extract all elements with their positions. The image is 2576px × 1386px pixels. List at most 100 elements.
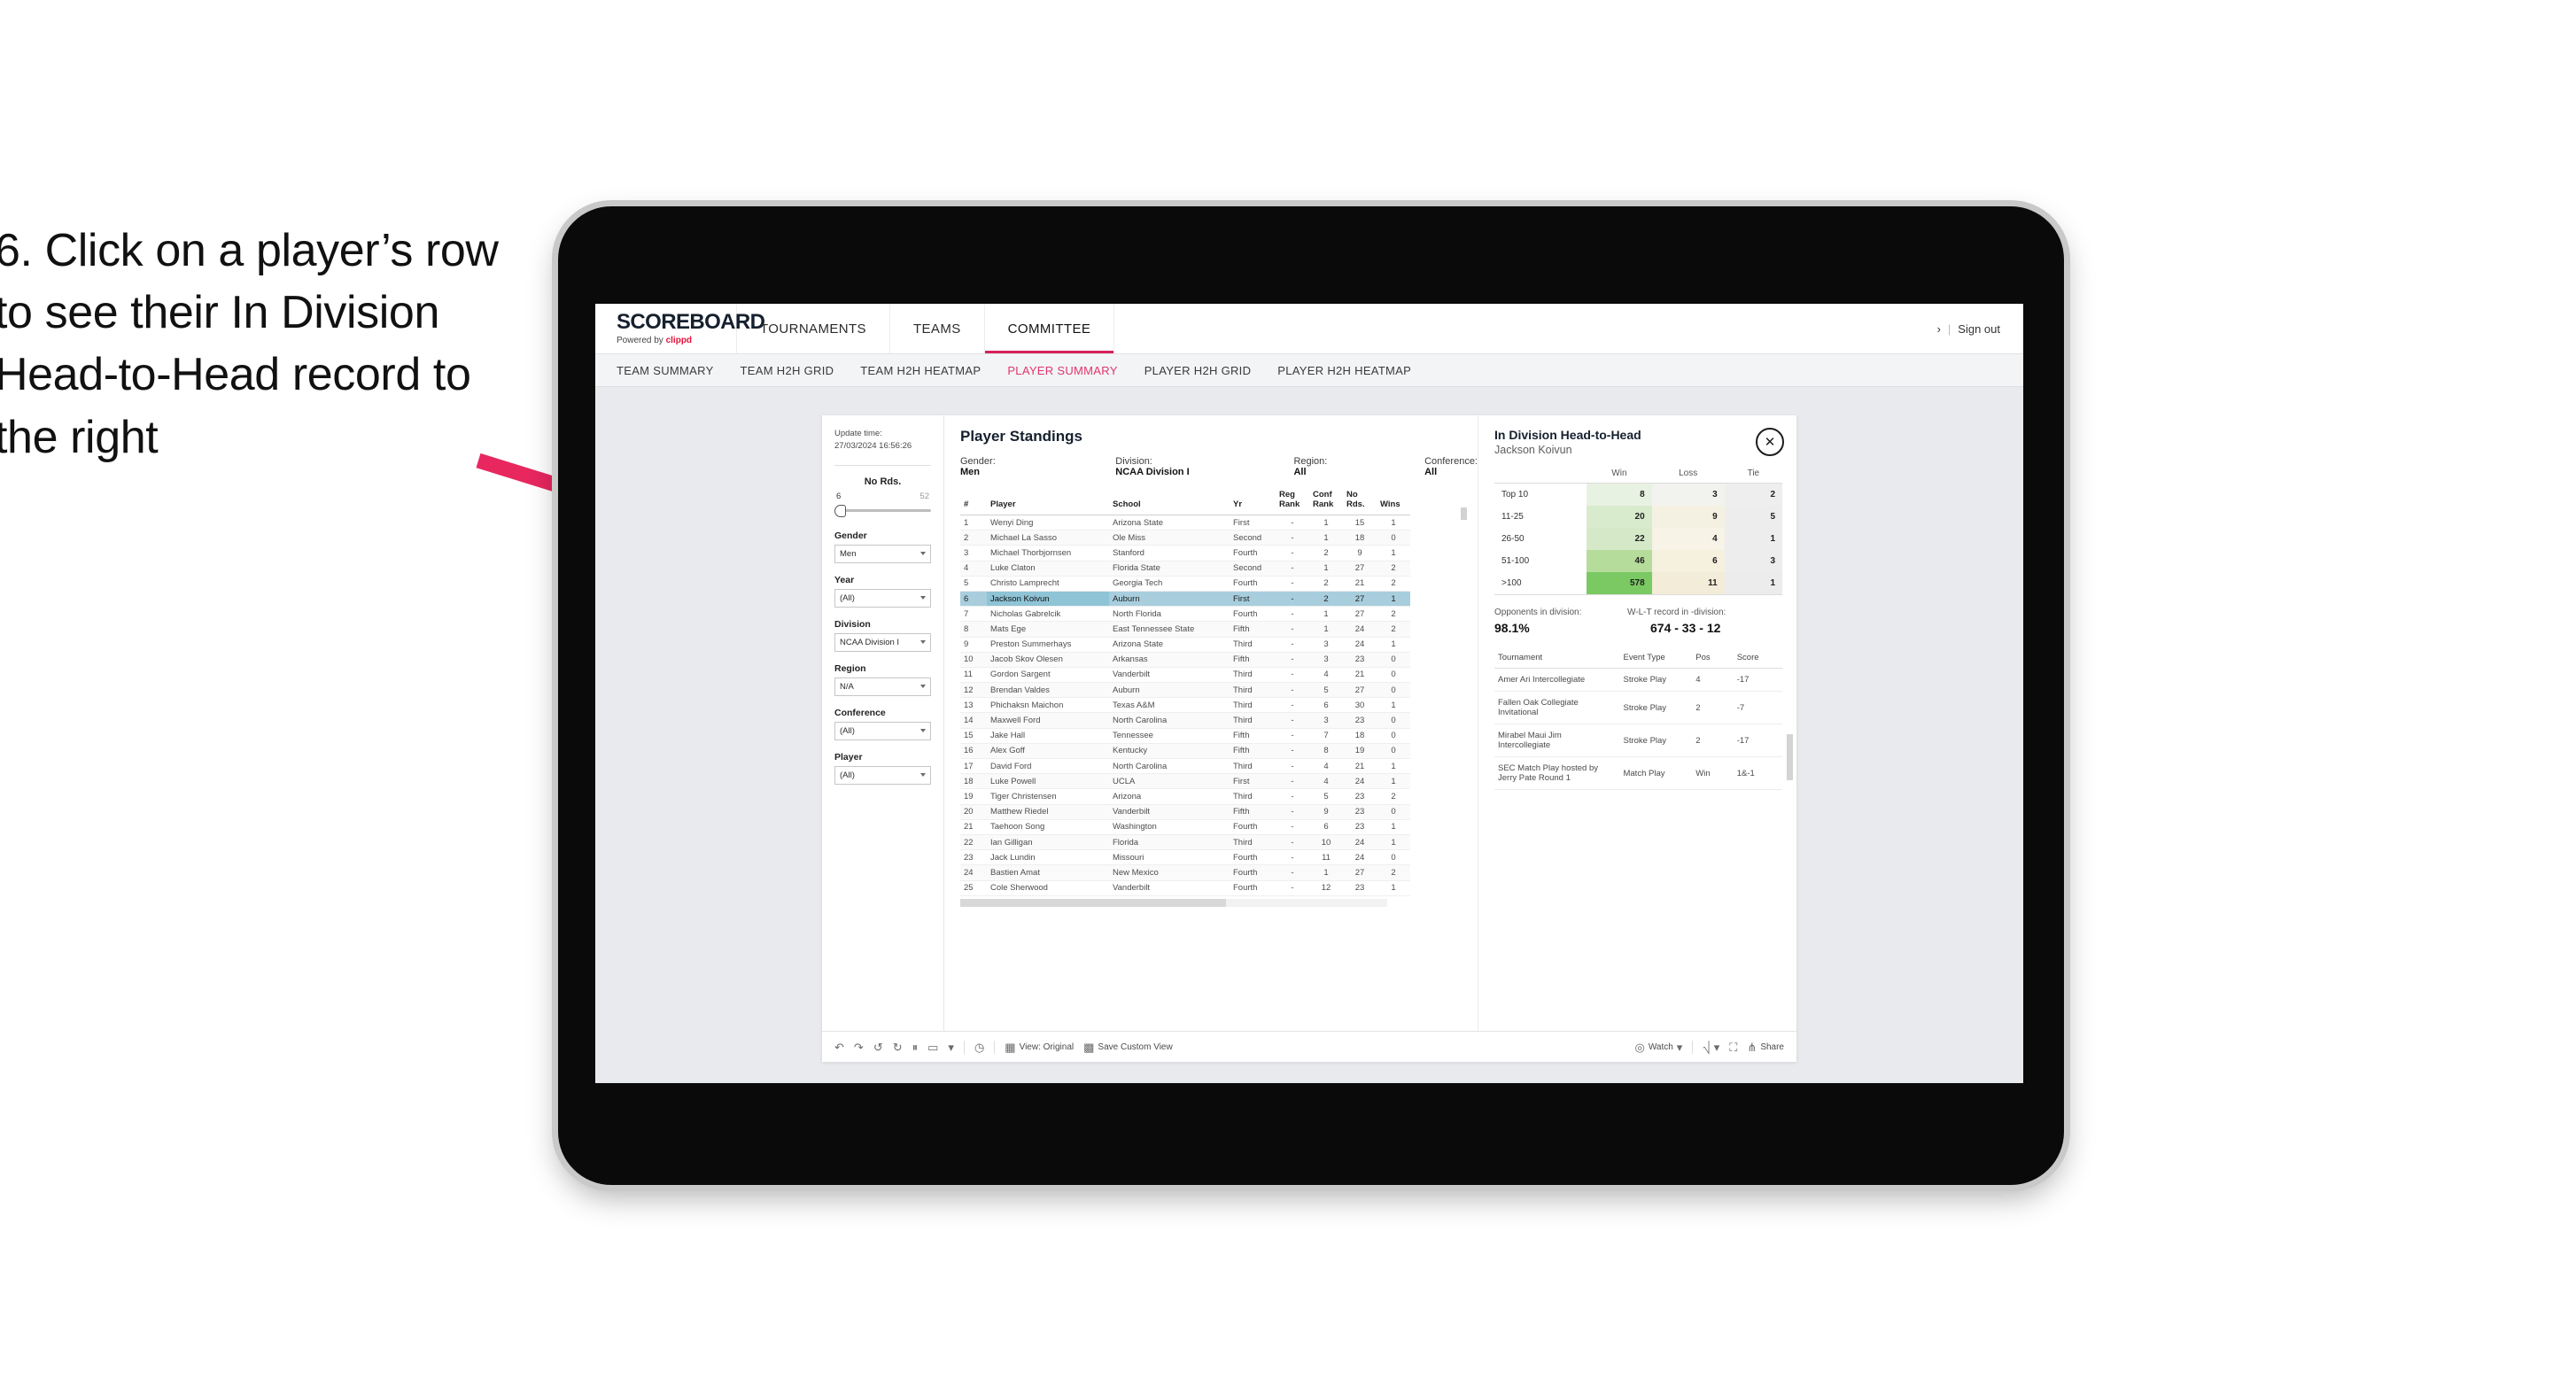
nav-teams[interactable]: TEAMS [890, 304, 985, 353]
table-row[interactable]: 15 Jake Hall Tennessee Fifth -7 18 0 [960, 728, 1410, 744]
tournament-row[interactable]: Mirabel Maui Jim Intercollegiate Stroke P… [1494, 724, 1782, 757]
cell-wins: 0 [1377, 728, 1410, 744]
col-conf-rank[interactable]: Conf Rank [1309, 488, 1343, 515]
filter-player-select[interactable]: (All) [834, 765, 931, 785]
tournament-pos: 2 [1692, 691, 1734, 724]
table-row[interactable]: 10 Jacob Skov Olesen Arkansas Fifth -3 23 0 [960, 652, 1410, 668]
cell-player: Alex Goff [987, 743, 1109, 760]
standings-hscrollbar-track[interactable] [960, 898, 1387, 907]
table-row[interactable]: 22 Ian Gilligan Florida Third -10 24 1 [960, 834, 1410, 851]
tab-team-summary[interactable]: TEAM SUMMARY [617, 364, 714, 377]
cell-school: Vanderbilt [1109, 667, 1230, 684]
stat-wlt-value: 674 - 33 - 12 [1650, 621, 1721, 635]
slider-handle[interactable] [834, 504, 846, 517]
highlight-icon[interactable]: ▭ [927, 1041, 938, 1053]
table-row[interactable]: 19 Tiger Christensen Arizona Third -5 23 2 [960, 788, 1410, 805]
col-wins[interactable]: Wins [1377, 488, 1410, 515]
cell-player: Luke Claton [987, 561, 1109, 577]
col-yr[interactable]: Yr [1230, 488, 1276, 515]
tab-player-h2h-grid[interactable]: PLAYER H2H GRID [1144, 364, 1252, 377]
tab-player-h2h-heatmap[interactable]: PLAYER H2H HEATMAP [1277, 364, 1411, 377]
col-event-type[interactable]: Event Type [1619, 647, 1693, 669]
table-row[interactable]: 17 David Ford North Carolina Third -4 21 1 [960, 758, 1410, 775]
table-row[interactable]: 21 Taehoon Song Washington Fourth -6 23 1 [960, 819, 1410, 835]
tournament-row[interactable]: Fallen Oak Collegiate Invitational Stroke… [1494, 691, 1782, 724]
cell-yr: Fourth [1230, 819, 1276, 835]
close-icon[interactable]: ✕ [1756, 428, 1784, 456]
table-row[interactable]: 9 Preston Summerhays Arizona State Third -3 2… [960, 637, 1410, 653]
account-chevron-icon[interactable]: › [1937, 322, 1941, 336]
tab-player-summary[interactable]: PLAYER SUMMARY [1007, 364, 1117, 377]
filter-year-select[interactable]: (All) [834, 588, 931, 608]
view-original-button[interactable]: ▦ View: Original [1005, 1041, 1074, 1053]
table-row[interactable]: 16 Alex Goff Kentucky Fifth -8 19 0 [960, 743, 1410, 760]
no-rounds-slider[interactable]: No Rds. 6 52 [834, 476, 931, 517]
share-button[interactable]: ⋔ Share [1747, 1041, 1784, 1053]
table-row[interactable]: 18 Luke Powell UCLA First -4 24 1 [960, 773, 1410, 790]
table-row[interactable]: 20 Matthew Riedel Vanderbilt Fifth -9 23 0 [960, 804, 1410, 820]
stat-wlt-record: W-L-T record in -division: 674 - 33 - 12 [1627, 608, 1782, 635]
h2h-col-win: Win [1587, 468, 1652, 484]
cell-conf: 2 [1309, 545, 1343, 561]
table-row[interactable]: 25 Cole Sherwood Vanderbilt Fourth -12 23 1 [960, 880, 1410, 896]
pause-icon[interactable]: ⏸ [912, 1041, 919, 1053]
undo-icon[interactable]: ↶ [834, 1041, 844, 1053]
table-row[interactable]: 12 Brendan Valdes Auburn Third -5 27 0 [960, 682, 1410, 699]
standings-vscrollbar-thumb[interactable] [1461, 507, 1467, 520]
tournament-name: Fallen Oak Collegiate Invitational [1494, 691, 1620, 724]
download-button[interactable]: ⎷ ▾ [1703, 1041, 1719, 1053]
nav-committee[interactable]: COMMITTEE [984, 304, 1115, 353]
col-tournament[interactable]: Tournament [1494, 647, 1620, 669]
col-player[interactable]: Player [987, 488, 1109, 515]
table-row[interactable]: 8 Mats Ege East Tennessee State Fifth -1 24 2 [960, 621, 1410, 638]
col-reg-rank[interactable]: Reg Rank [1276, 488, 1309, 515]
table-row[interactable]: 4 Luke Claton Florida State Second -1 27 2 [960, 561, 1410, 577]
save-custom-view-button[interactable]: ▩ Save Custom View [1083, 1041, 1173, 1053]
table-row[interactable]: 5 Christo Lamprecht Georgia Tech Fourth -2 21… [960, 576, 1410, 592]
tournament-row[interactable]: SEC Match Play hosted by Jerry Pate Roun… [1494, 756, 1782, 790]
detail-vscrollbar-thumb[interactable] [1787, 734, 1793, 780]
table-row[interactable]: 3 Michael Thorbjornsen Stanford Fourth -2 9 1 [960, 545, 1410, 561]
highlight-caret-icon[interactable]: ▾ [948, 1041, 954, 1053]
cell-school: Vanderbilt [1109, 804, 1230, 820]
slider-track[interactable] [834, 504, 931, 517]
col-score[interactable]: Score [1733, 647, 1782, 669]
fullscreen-icon[interactable]: ⛶ [1729, 1041, 1737, 1053]
brand-logo: SCOREBOARD Powered by clippd [595, 304, 765, 353]
table-row[interactable]: 24 Bastien Amat New Mexico Fourth -1 27 2 [960, 864, 1410, 881]
col-pos[interactable]: Pos [1692, 647, 1734, 669]
watch-button[interactable]: ◎ Watch ▾ [1634, 1041, 1682, 1053]
clock-icon[interactable]: ◷ [974, 1041, 984, 1053]
cell-conf: 4 [1309, 773, 1343, 790]
sign-out-link[interactable]: Sign out [1958, 322, 2000, 336]
table-row[interactable]: 13 Phichaksn Maichon Texas A&M Third -6 30 1 [960, 697, 1410, 714]
redo-icon[interactable]: ↷ [854, 1041, 864, 1053]
meta-conference-label: Conference: [1424, 456, 1478, 467]
cell-num: 1 [960, 515, 987, 531]
table-row[interactable]: 11 Gordon Sargent Vanderbilt Third -4 21 0 [960, 667, 1410, 684]
col-rank[interactable]: # [960, 488, 987, 515]
filter-gender-select[interactable]: Men [834, 544, 931, 563]
table-row[interactable]: 1 Wenyi Ding Arizona State First -1 15 1 [960, 515, 1410, 531]
toolbar-divider-1 [963, 1040, 965, 1054]
filter-conference-select[interactable]: (All) [834, 721, 931, 740]
table-row[interactable]: 23 Jack Lundin Missouri Fourth -11 24 0 [960, 849, 1410, 866]
filter-year-label: Year [834, 574, 855, 585]
table-row[interactable]: 14 Maxwell Ford North Carolina Third -3 23 0 [960, 712, 1410, 729]
table-row[interactable]: 7 Nicholas Gabrelcik North Florida Fourth -1… [960, 606, 1410, 623]
revert-icon[interactable]: ↺ [873, 1041, 883, 1053]
standings-hscrollbar-thumb[interactable] [960, 898, 1226, 907]
filter-region-select[interactable]: N/A [834, 677, 931, 696]
tab-team-h2h-heatmap[interactable]: TEAM H2H HEATMAP [860, 364, 981, 377]
table-row[interactable]: 6 Jackson Koivun Auburn First -2 27 1 [960, 591, 1410, 608]
filter-division-select[interactable]: NCAA Division I [834, 632, 931, 652]
refresh-icon[interactable]: ↻ [893, 1041, 903, 1053]
col-school[interactable]: School [1109, 488, 1230, 515]
tournament-row[interactable]: Amer Ari Intercollegiate Stroke Play 4 -17 [1494, 668, 1782, 692]
cell-conf: 7 [1309, 728, 1343, 744]
col-no-rds[interactable]: No Rds. [1343, 488, 1377, 515]
nav-tournaments[interactable]: TOURNAMENTS [737, 304, 890, 353]
table-row[interactable]: 2 Michael La Sasso Ole Miss Second -1 18 0 [960, 530, 1410, 546]
chevron-down-icon [920, 685, 926, 689]
tab-team-h2h-grid[interactable]: TEAM H2H GRID [741, 364, 834, 377]
